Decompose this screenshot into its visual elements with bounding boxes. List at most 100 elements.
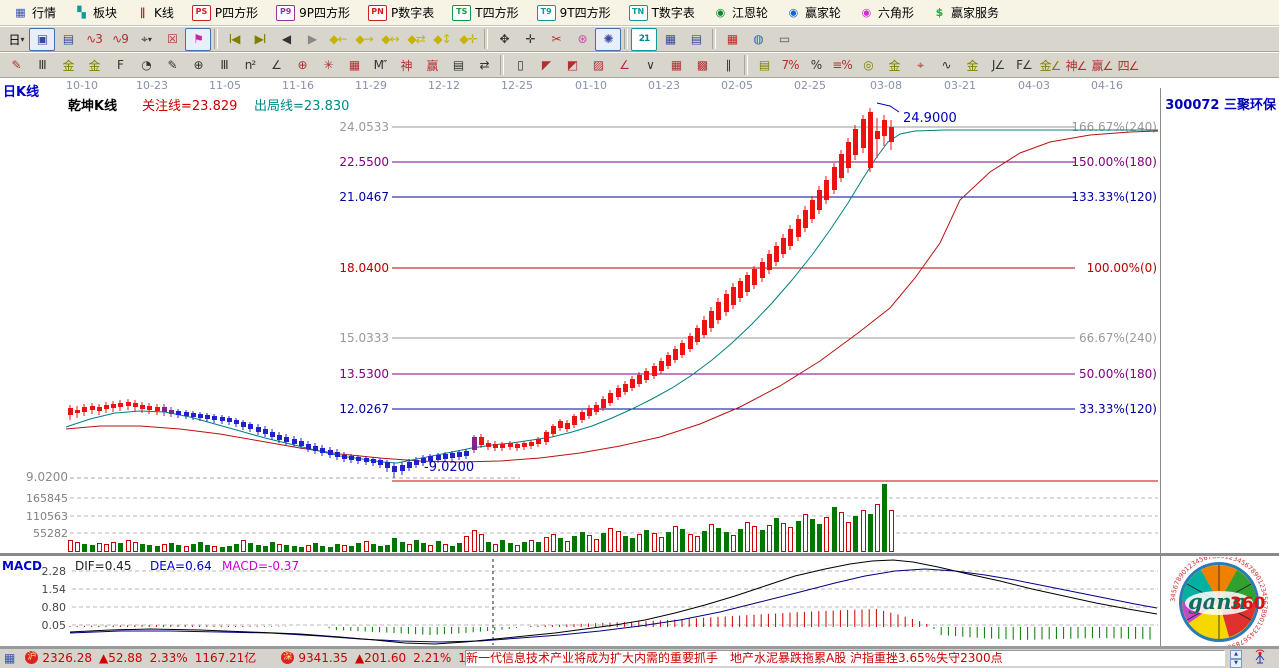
- menu-item-winner-service[interactable]: $赢家服务: [923, 1, 1008, 25]
- spinner-up-button[interactable]: ▲: [1230, 650, 1242, 659]
- calendar-button[interactable]: 21: [631, 28, 657, 51]
- shen-angle-button[interactable]: 神∠: [1063, 54, 1089, 77]
- shen-comb-button[interactable]: 神: [393, 54, 419, 77]
- quotes-grid-icon[interactable]: ▦: [4, 651, 15, 665]
- f-angle-button[interactable]: F∠: [1011, 54, 1037, 77]
- pin-tool-button[interactable]: ⌖▾: [133, 28, 159, 51]
- menu-item-gann-wheel[interactable]: ◉江恩轮: [704, 1, 777, 25]
- menu-item-9t-square[interactable]: T99T四方形: [528, 1, 620, 25]
- menu-item-market-quotes[interactable]: ▦行情: [4, 1, 65, 25]
- gold-circle-button[interactable]: ◎: [855, 54, 881, 77]
- menu-item-winner-wheel[interactable]: ◉赢家轮: [777, 1, 850, 25]
- gann-shift-right-button[interactable]: ◆→: [351, 28, 377, 51]
- gann-swap-button[interactable]: ◆⇄: [403, 28, 429, 51]
- svg-text:-9.0200: -9.0200: [424, 460, 474, 475]
- web-export-button[interactable]: ◍: [745, 28, 771, 51]
- svg-text:01-10: 01-10: [575, 79, 607, 92]
- menu-item-t-square[interactable]: TST四方形: [443, 1, 527, 25]
- news-ticker[interactable]: 新一代信息技术产业将成为扩大内需的重要抓手 地产水泥暴跌拖累A股 沪指重挫3.6…: [465, 650, 1225, 666]
- grid-box-2-button[interactable]: ▩: [689, 54, 715, 77]
- menu-item-t-digit-table[interactable]: TNT数字表: [620, 1, 704, 25]
- next-page-button[interactable]: ▶: [299, 28, 325, 51]
- price-comb-button[interactable]: Ⅲ: [29, 54, 55, 77]
- pin-mark-button[interactable]: ⌖: [907, 54, 933, 77]
- wave-m-button[interactable]: M″: [367, 54, 393, 77]
- web-box-button[interactable]: ▨: [585, 54, 611, 77]
- gold-line-2-button[interactable]: 金: [959, 54, 985, 77]
- menu-item-kline[interactable]: ∥K线: [126, 1, 183, 25]
- wave-v-button[interactable]: ∨: [637, 54, 663, 77]
- four-angle-button[interactable]: 四∠: [1115, 54, 1141, 77]
- menu-item-9p-square[interactable]: P99P四方形: [267, 1, 359, 25]
- mini-chart-9-button[interactable]: ∿9: [107, 28, 133, 51]
- gann-expand-button[interactable]: ◆↔: [377, 28, 403, 51]
- chart-type-button[interactable]: 日▾: [3, 28, 29, 51]
- square-of-nine-button[interactable]: n²: [237, 54, 263, 77]
- percent-lines-button[interactable]: ≡%: [829, 54, 855, 77]
- gann-shift-left-button[interactable]: ◆←: [325, 28, 351, 51]
- zigzag-window-button[interactable]: ▣: [29, 28, 55, 51]
- hand-tool-button[interactable]: ✥: [491, 28, 517, 51]
- spiral-button[interactable]: ◔: [133, 54, 159, 77]
- j-angle-button[interactable]: J∠: [985, 54, 1011, 77]
- prev-page-button[interactable]: ◀: [273, 28, 299, 51]
- gold-comb-1-button[interactable]: 金: [55, 54, 81, 77]
- circle-comb-button[interactable]: ⊕: [185, 54, 211, 77]
- grid-box-button[interactable]: ▦: [663, 54, 689, 77]
- gann-vertical-button[interactable]: ◆↕: [429, 28, 455, 51]
- mini-chart-3-button[interactable]: ∿3: [81, 28, 107, 51]
- save-button[interactable]: ▦: [719, 28, 745, 51]
- brain-tool-button[interactable]: ✺: [595, 28, 621, 51]
- draw-knife-2-button[interactable]: ✎: [159, 54, 185, 77]
- menu-item-label: 9P四方形: [299, 4, 350, 21]
- gann-web-button[interactable]: ▦: [341, 54, 367, 77]
- gold-line-button[interactable]: 金: [881, 54, 907, 77]
- first-page-button[interactable]: I◀: [221, 28, 247, 51]
- gann-star-button[interactable]: ✳: [315, 54, 341, 77]
- flag-marks-button[interactable]: ⚑: [185, 28, 211, 51]
- shanghai-index-icon: 沪: [25, 651, 38, 664]
- svg-text:12-25: 12-25: [501, 79, 533, 92]
- fan-lines-button[interactable]: ◤: [533, 54, 559, 77]
- menu-item-sectors[interactable]: ▚板块: [65, 1, 126, 25]
- span-arrows-button[interactable]: ⇄: [471, 54, 497, 77]
- stat-table-button[interactable]: ▤: [751, 54, 777, 77]
- antenna-icon: [1252, 649, 1268, 665]
- win-angle-button[interactable]: 赢∠: [1089, 54, 1115, 77]
- svg-text:0.05: 0.05: [42, 619, 67, 632]
- gold-comb-2-button[interactable]: 金: [81, 54, 107, 77]
- menu-item-p-square[interactable]: PSP四方形: [183, 1, 267, 25]
- scissors-tool-button[interactable]: ✂: [543, 28, 569, 51]
- percent-7-button[interactable]: 7%: [777, 54, 803, 77]
- crosshair-tool-button[interactable]: ✛: [517, 28, 543, 51]
- gold-angle-button[interactable]: 金∠: [1037, 54, 1063, 77]
- parallel-lines-button[interactable]: ∥: [715, 54, 741, 77]
- box-tool-button[interactable]: ▯: [507, 54, 533, 77]
- chart-area[interactable]: 10-1010-2311-0511-1611-2912-1212-2501-10…: [0, 78, 1279, 648]
- fan-box-button[interactable]: ◩: [559, 54, 585, 77]
- win-comb-button[interactable]: 赢: [419, 54, 445, 77]
- wheel-tool-button[interactable]: ⊛: [569, 28, 595, 51]
- time-comb-button[interactable]: Ⅲ: [211, 54, 237, 77]
- menu-item-hexagon[interactable]: ◉六角形: [850, 1, 923, 25]
- angle-fan-button[interactable]: ∠: [611, 54, 637, 77]
- notes-button[interactable]: ▤: [683, 28, 709, 51]
- figure-tool-button[interactable]: ☒: [159, 28, 185, 51]
- fibonacci-comb-button[interactable]: F: [107, 54, 133, 77]
- menu-item-p-digit-table[interactable]: PNP数字表: [359, 1, 443, 25]
- gann-circle-button[interactable]: ⊕: [289, 54, 315, 77]
- wave-tool-button[interactable]: ∿: [933, 54, 959, 77]
- ruler-123-button[interactable]: ▤: [445, 54, 471, 77]
- info-panel-button[interactable]: ▤: [55, 28, 81, 51]
- draw-knife-button[interactable]: ✎: [3, 54, 29, 77]
- calculator-button[interactable]: ▦: [657, 28, 683, 51]
- svg-text:21.0467: 21.0467: [339, 190, 389, 204]
- percent-button[interactable]: %: [803, 54, 829, 77]
- spinner-down-button[interactable]: ▼: [1230, 659, 1242, 668]
- menu-bar: ▦行情▚板块∥K线PSP四方形P99P四方形PNP数字表TST四方形T99T四方…: [0, 0, 1279, 26]
- gann-center-button[interactable]: ◆✛: [455, 28, 481, 51]
- angle-tool-button[interactable]: ∠: [263, 54, 289, 77]
- svg-text:110563: 110563: [26, 510, 68, 523]
- last-page-button[interactable]: ▶I: [247, 28, 273, 51]
- print-button[interactable]: ▭: [771, 28, 797, 51]
